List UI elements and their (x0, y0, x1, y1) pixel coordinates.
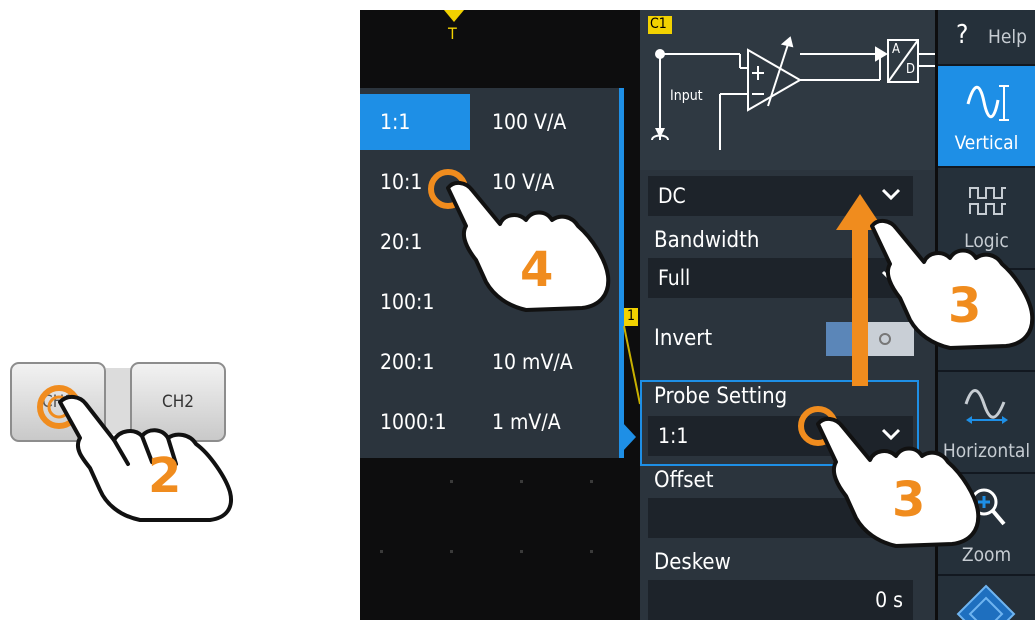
step-number-3-upper: 3 (948, 278, 982, 334)
probe-option-1[interactable]: 1:1 100 V/A (360, 94, 620, 150)
help-button[interactable]: ? Help (938, 10, 1035, 64)
probe-option-6[interactable]: 1000:1 1 mV/A (360, 394, 620, 450)
deskew-input[interactable]: 0 s (648, 580, 913, 620)
bandwidth-label: Bandwidth (654, 228, 760, 253)
signal-path-diagram: C1 Input A D (640, 10, 935, 170)
logo-icon[interactable] (956, 584, 1016, 620)
grid-dot (590, 480, 593, 483)
grid-dot (520, 480, 523, 483)
trigger-marker-label: T (448, 24, 457, 43)
probe-setting-label: Probe Setting (654, 384, 788, 409)
coupling-value: DC (658, 184, 686, 208)
step-number-3-lower: 3 (892, 472, 926, 528)
bandwidth-value: Full (658, 266, 691, 290)
probe-scale: 1 mV/A (492, 410, 561, 434)
probe-ratio: 1:1 (380, 110, 411, 134)
probe-scale: 10 mV/A (492, 350, 573, 374)
offset-label: Offset (654, 468, 714, 493)
selection-highlight (360, 94, 470, 150)
adc-bottom-label: D (906, 62, 916, 77)
help-label: Help (988, 26, 1027, 48)
step-number-2: 2 (148, 448, 182, 504)
grid-dot (450, 480, 453, 483)
vertical-icon (966, 85, 1009, 121)
channel-marker-label: 1 (627, 308, 636, 324)
probe-ratio: 1000:1 (380, 410, 447, 434)
channel-marker[interactable]: 1 (624, 308, 638, 326)
vertical-label: Vertical (954, 132, 1019, 154)
deskew-label: Deskew (654, 550, 731, 575)
step-number-4: 4 (520, 242, 554, 298)
waveform-trace (623, 326, 641, 405)
sidebar-divider (938, 574, 1035, 576)
probe-ratio: 200:1 (380, 350, 435, 374)
probe-scale: 100 V/A (492, 110, 567, 134)
probe-setting-value: 1:1 (658, 424, 689, 448)
help-icon: ? (956, 20, 969, 50)
grid-dot (520, 550, 523, 553)
oscilloscope-screen: T 1:1 100 V/A 10:1 10 V/A 20:1 100:1 200… (360, 10, 1035, 620)
sidebar-item-vertical[interactable]: Vertical (938, 66, 1035, 166)
probe-ratio: 20:1 (380, 230, 423, 254)
adc-top-label: A (892, 42, 900, 57)
grid-dot (590, 550, 593, 553)
invert-label: Invert (654, 326, 713, 351)
popup-pointer-icon (622, 422, 636, 452)
probe-ratio: 10:1 (380, 170, 423, 194)
probe-ratio: 100:1 (380, 290, 435, 314)
probe-option-5[interactable]: 200:1 10 mV/A (360, 334, 620, 390)
input-label: Input (670, 88, 703, 104)
deskew-value: 0 s (875, 588, 903, 612)
grid-dot (380, 550, 383, 553)
logic-icon (969, 187, 1006, 215)
grid-dot (450, 550, 453, 553)
